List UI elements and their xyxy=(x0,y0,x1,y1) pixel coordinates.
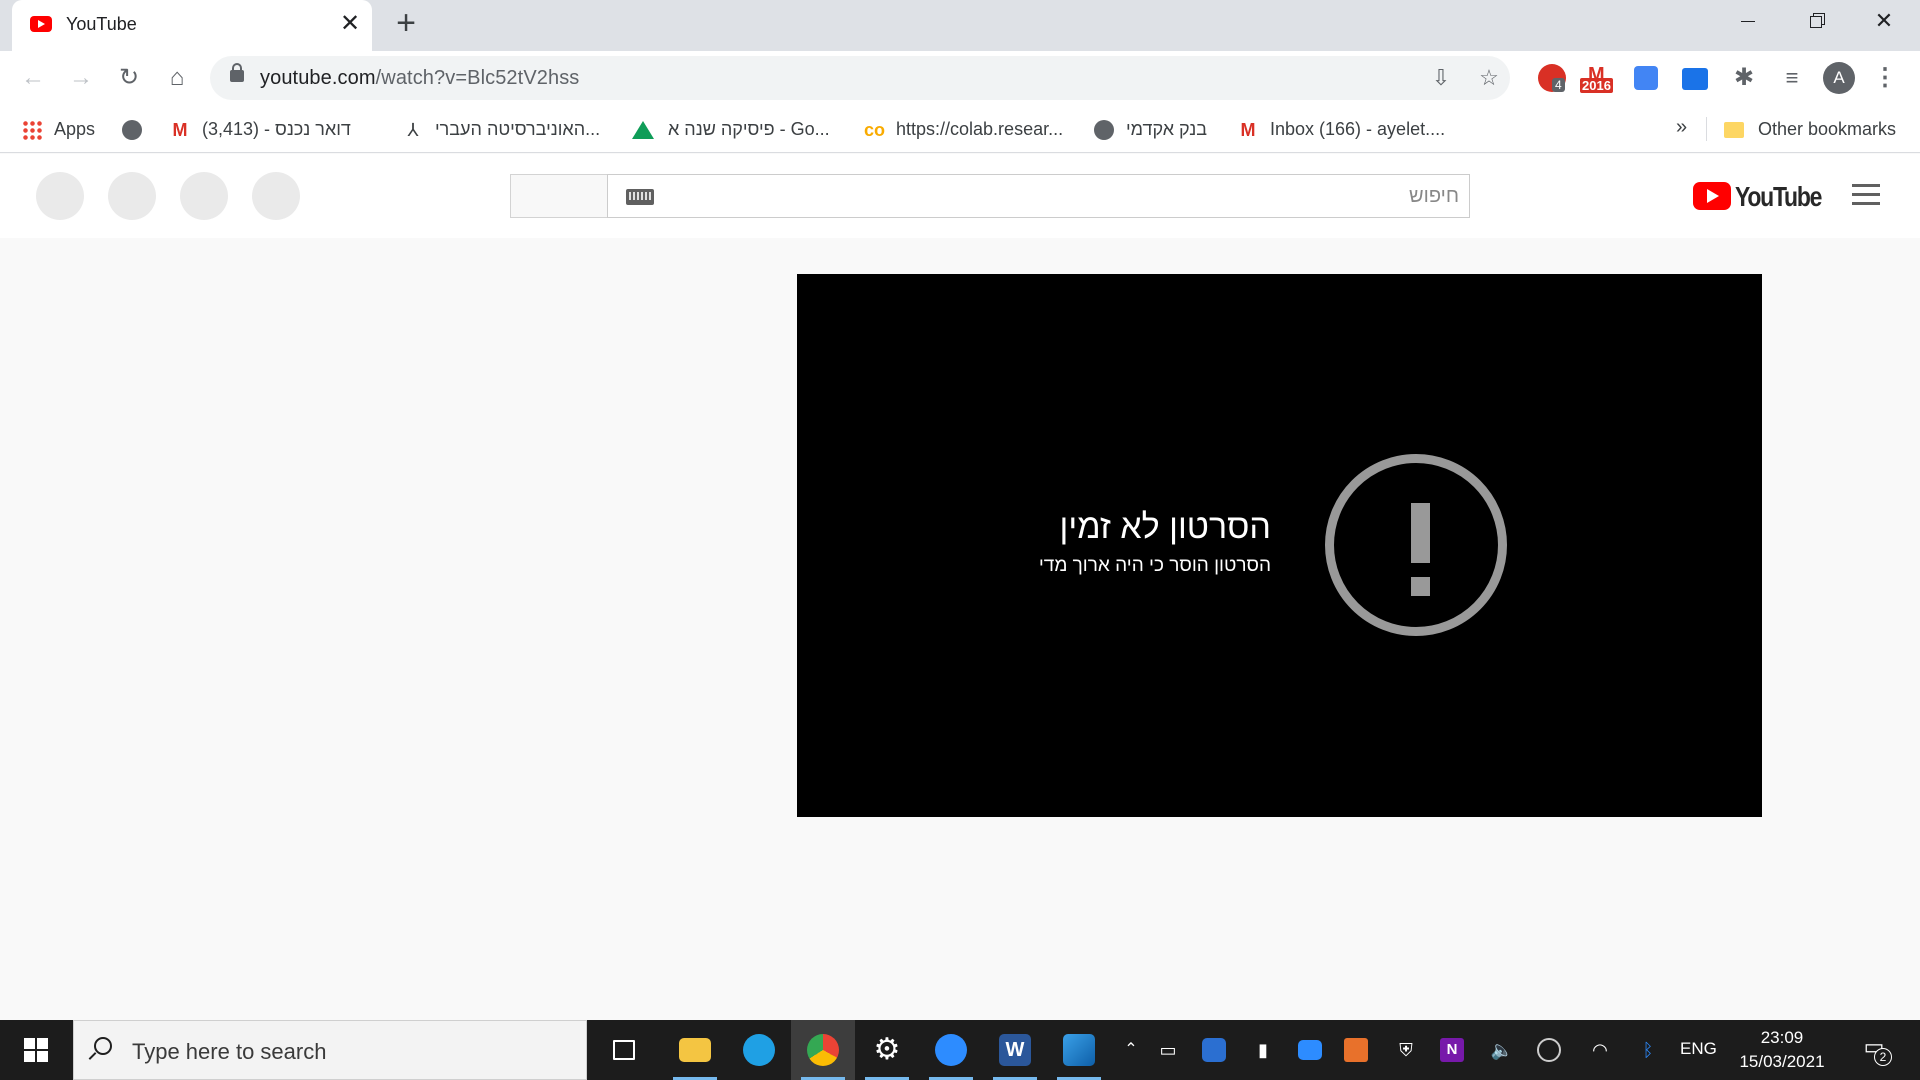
gmail-checker-extension-icon[interactable]: M 2016 xyxy=(1580,64,1620,93)
adblock-extension-icon[interactable]: 4 xyxy=(1538,64,1566,92)
url-text[interactable]: youtube.com/watch?v=Blc52tV2hss xyxy=(260,67,579,90)
tray-circle-icon[interactable] xyxy=(1537,1038,1561,1062)
install-app-icon[interactable]: ⇩ xyxy=(1428,65,1454,91)
url-host: youtube.com xyxy=(260,67,376,89)
tray-device-icon[interactable]: ▭ xyxy=(1154,1036,1182,1064)
bookmark-gmail-hebrew[interactable]: M דואר נכנס - (3,413) xyxy=(170,116,351,142)
bookmarks-bar: Apps M דואר נכנס - (3,413) ⅄ האוניברסיטה ה… xyxy=(0,105,1920,153)
folder-icon xyxy=(1724,122,1744,139)
taskbar-search-box[interactable]: Type here to search xyxy=(73,1020,587,1080)
photos-icon[interactable] xyxy=(1047,1020,1111,1080)
window-restore-button[interactable] xyxy=(1782,0,1850,42)
back-arrow-icon[interactable]: ← xyxy=(16,61,50,95)
error-subtitle: הסרטון הוסר כי היה ארוך מדי xyxy=(1038,555,1271,576)
bookmark-huji[interactable]: ⅄ האוניברסיטה העברי... xyxy=(403,116,601,142)
bookmark-star-icon[interactable]: ☆ xyxy=(1476,65,1502,91)
security-shield-icon[interactable]: ⛨ xyxy=(1392,1036,1420,1064)
youtube-logo-text: YouTube xyxy=(1735,181,1822,212)
tray-zoom-icon[interactable] xyxy=(1298,1040,1322,1060)
lock-icon[interactable] xyxy=(230,63,244,82)
extension-window-icon[interactable] xyxy=(1682,68,1708,90)
hamburger-menu-icon[interactable] xyxy=(1852,184,1880,206)
settings-gear-icon[interactable]: ⚙ xyxy=(855,1020,919,1080)
extension-blue-icon[interactable] xyxy=(1634,66,1658,90)
masthead-placeholder-circle xyxy=(180,172,228,220)
masthead-placeholder-circle xyxy=(108,172,156,220)
task-view-icon[interactable] xyxy=(592,1020,656,1080)
tab-close-icon[interactable]: ✕ xyxy=(338,10,362,38)
forward-arrow-icon[interactable]: → xyxy=(64,61,98,95)
address-bar[interactable]: youtube.com/watch?v=Blc52tV2hss ⇩ ☆ xyxy=(210,56,1510,100)
youtube-masthead: חיפוש YouTube xyxy=(0,154,1920,238)
error-title: הסרטון לא זמין xyxy=(1059,508,1271,546)
url-path: /watch?v=Blc52tV2hss xyxy=(375,67,580,89)
tray-sublime-icon[interactable] xyxy=(1344,1038,1368,1062)
gmail-icon: M xyxy=(172,120,188,141)
search-placeholder: חיפוש xyxy=(1409,185,1459,207)
globe-icon xyxy=(1094,120,1114,141)
new-tab-button[interactable]: + xyxy=(390,6,422,40)
globe-icon xyxy=(122,120,142,141)
bookmark-bank[interactable]: בנק אקדמי xyxy=(1094,116,1207,142)
other-bookmarks-folder[interactable]: Other bookmarks xyxy=(1724,116,1896,142)
profile-avatar[interactable]: A xyxy=(1823,62,1855,94)
search-button[interactable] xyxy=(510,174,608,218)
search-input[interactable]: חיפוש xyxy=(607,174,1470,218)
wifi-icon[interactable]: ◠ xyxy=(1586,1036,1614,1064)
exclamation-icon xyxy=(1325,454,1507,636)
video-player[interactable]: הסרטון לא זמין הסרטון הוסר כי היה ארוך מ… xyxy=(797,274,1762,817)
action-center-icon[interactable]: ▭ 2 xyxy=(1858,1034,1892,1066)
media-control-icon[interactable]: ≡ xyxy=(1778,64,1806,92)
zoom-icon[interactable] xyxy=(919,1020,983,1080)
keyboard-icon[interactable] xyxy=(626,189,654,205)
notification-count: 2 xyxy=(1874,1048,1892,1066)
youtube-play-logo-icon xyxy=(1693,182,1731,210)
gmail-badge: 2016 xyxy=(1580,78,1613,93)
colab-icon: co xyxy=(864,120,886,141)
bookmark-inbox[interactable]: M Inbox (166) - ayelet.... xyxy=(1238,116,1446,142)
onenote-icon[interactable]: N xyxy=(1440,1038,1464,1062)
input-language[interactable]: ENG xyxy=(1680,1039,1717,1059)
bookmarks-divider xyxy=(1706,117,1707,141)
tab-youtube[interactable]: YouTube ✕ xyxy=(12,0,372,51)
taskbar-search-placeholder: Type here to search xyxy=(132,1039,327,1064)
home-icon[interactable]: ⌂ xyxy=(160,61,194,95)
bookmark-drive-physics[interactable]: פיסיקה שנה א - Go... xyxy=(632,116,830,142)
search-icon xyxy=(94,1037,112,1055)
windows-start-icon[interactable] xyxy=(0,1020,70,1080)
browser-toolbar: ← → ↻ ⌂ youtube.com/watch?v=Blc52tV2hss … xyxy=(0,51,1920,105)
gmail-icon: M xyxy=(1240,120,1256,141)
window-minimize-button[interactable] xyxy=(1714,0,1782,42)
tray-app-icon[interactable] xyxy=(1202,1038,1226,1062)
masthead-placeholder-circle xyxy=(252,172,300,220)
file-explorer-icon[interactable] xyxy=(663,1020,727,1080)
apps-grid-icon xyxy=(22,120,42,141)
system-clock[interactable]: 23:09 15/03/2021 xyxy=(1735,1026,1829,1074)
word-icon[interactable]: W xyxy=(983,1020,1047,1080)
tab-title: YouTube xyxy=(66,14,137,34)
bookmark-globe[interactable] xyxy=(122,116,154,142)
clock-date: 15/03/2021 xyxy=(1739,1052,1825,1071)
edge-icon[interactable] xyxy=(727,1020,791,1080)
youtube-favicon-icon xyxy=(30,16,52,32)
huji-icon: ⅄ xyxy=(407,120,419,141)
windows-taskbar: Type here to search ⚙ W ⌃ ▭ ▮ ⛨ N 🔈 ◠ ᛒ … xyxy=(0,1020,1920,1080)
chrome-icon[interactable] xyxy=(791,1020,855,1080)
battery-icon[interactable]: ▮ xyxy=(1249,1036,1277,1064)
bluetooth-icon[interactable]: ᛒ xyxy=(1634,1036,1662,1064)
google-drive-icon xyxy=(632,121,654,140)
bookmark-apps[interactable]: Apps xyxy=(22,116,95,142)
masthead-placeholder-circle xyxy=(36,172,84,220)
window-close-button[interactable]: ✕ xyxy=(1850,0,1918,42)
show-hidden-icons-chevron-icon[interactable]: ⌃ xyxy=(1117,1036,1145,1064)
adblock-badge: 4 xyxy=(1552,78,1565,92)
browser-tab-strip: YouTube ✕ + ✕ xyxy=(0,0,1920,51)
reload-icon[interactable]: ↻ xyxy=(112,61,146,95)
clock-time: 23:09 xyxy=(1760,1028,1804,1047)
volume-muted-icon[interactable]: 🔈 xyxy=(1488,1036,1516,1064)
extensions-puzzle-icon[interactable]: ✱ xyxy=(1730,64,1758,92)
more-bookmarks-chevron-icon[interactable]: » xyxy=(1676,116,1687,139)
browser-menu-icon[interactable]: ⋮ xyxy=(1872,62,1898,94)
bookmark-colab[interactable]: co https://colab.resear... xyxy=(864,116,1063,142)
